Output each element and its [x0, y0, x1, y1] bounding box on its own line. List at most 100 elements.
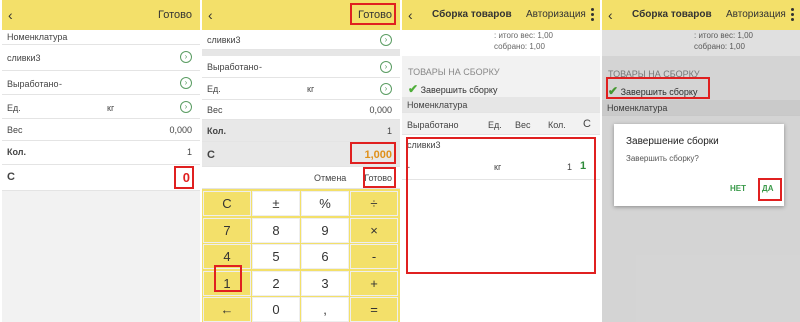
row-produced: -	[407, 162, 410, 172]
top-bar: ‹ Готово	[2, 0, 200, 30]
weight-row[interactable]: Вес 0,000	[202, 100, 400, 120]
key-plus-minus[interactable]: ±	[252, 191, 300, 216]
menu-icon[interactable]	[790, 6, 794, 24]
row-qty: 1	[567, 162, 573, 172]
key-plus[interactable]: +	[350, 270, 398, 296]
unit-value: кг	[307, 84, 315, 94]
back-arrow-icon[interactable]: ‹	[408, 7, 413, 23]
nomenclature-label: Номенклатура	[407, 100, 468, 110]
totals: : итого вес: 1,00 собрано: 1,00	[402, 30, 600, 56]
section-title: ТОВАРЫ НА СБОРКУ	[408, 67, 500, 77]
key-divide[interactable]: ÷	[350, 191, 398, 216]
qty-row[interactable]: Кол. 1	[202, 120, 400, 142]
weight-row[interactable]: Вес 0,000	[2, 119, 200, 141]
produced-value: -	[259, 62, 262, 72]
item-name: сливки3	[7, 53, 41, 63]
authorization-link[interactable]: Авторизация	[726, 9, 786, 20]
key-5[interactable]: 5	[252, 244, 300, 269]
weight-value: 0,000	[169, 125, 192, 135]
c-label: С	[7, 171, 15, 183]
key-9[interactable]: 9	[301, 217, 349, 243]
menu-icon[interactable]	[590, 6, 594, 24]
key-comma[interactable]: ,	[301, 297, 349, 322]
col-qty: Кол.	[548, 120, 566, 130]
table-header-nomen: Номенклатура	[402, 97, 600, 113]
qty-label: Кол.	[207, 126, 226, 136]
key-minus[interactable]: -	[350, 244, 398, 269]
screen-finish-dialog: ‹ Сборка товаров Авторизация : итого вес…	[602, 0, 800, 322]
calc-done-button[interactable]: Готово	[364, 173, 392, 183]
open-icon[interactable]: ›	[380, 83, 392, 95]
c-row[interactable]: С 1,000	[202, 142, 400, 167]
dialog-title: Завершение сборки	[626, 136, 719, 147]
key-2[interactable]: 2	[252, 270, 300, 296]
cancel-button[interactable]: Отмена	[314, 173, 346, 183]
c-label: С	[207, 149, 215, 161]
unit-value: кг	[107, 103, 115, 113]
row-item: сливки3	[407, 140, 441, 150]
yes-button[interactable]: ДА	[762, 184, 773, 193]
screen-goods-assembly: ‹ Сборка товаров Авторизация : итого вес…	[402, 0, 600, 322]
key-6[interactable]: 6	[301, 244, 349, 269]
tutorial-composite: ‹ Готово Номенклатура сливки3 › Выработан…	[0, 0, 800, 322]
back-arrow-icon[interactable]: ‹	[208, 7, 213, 23]
key-3[interactable]: 3	[301, 270, 349, 296]
weight-value: 0,000	[369, 105, 392, 115]
open-icon[interactable]: ›	[180, 101, 192, 113]
unit-row[interactable]: Ед. кг ›	[2, 95, 200, 119]
open-icon[interactable]: ›	[180, 51, 192, 63]
qty-value: 1	[386, 126, 392, 136]
produced-row[interactable]: Выработано - ›	[202, 56, 400, 78]
key-multiply[interactable]: ×	[350, 217, 398, 243]
col-produced: Выработано	[407, 120, 459, 130]
nomenclature-label: Номенклатура	[7, 32, 68, 42]
qty-value: 1	[186, 147, 192, 157]
dialog-text: Завершить сборку?	[626, 154, 699, 163]
screen-title: Сборка товаров	[432, 9, 512, 20]
key-0[interactable]: 0	[252, 297, 300, 322]
unit-row[interactable]: Ед. кг ›	[202, 78, 400, 100]
authorization-link[interactable]: Авторизация	[526, 9, 586, 20]
key-1[interactable]: 1	[203, 270, 251, 296]
row-unit: кг	[494, 162, 502, 172]
row-c: 1	[580, 160, 587, 172]
key-backspace[interactable]: ←	[203, 297, 251, 322]
open-icon[interactable]: ›	[380, 61, 392, 73]
finish-assembly-button[interactable]: ✔ Завершить сборку	[408, 82, 497, 96]
screen-calculator: ‹ Готово сливки3 › Выработано - › Ед. кг › Ве…	[202, 0, 400, 322]
key-8[interactable]: 8	[252, 217, 300, 243]
top-bar: ‹ Готово	[202, 0, 400, 30]
weight-label: Вес	[7, 125, 23, 135]
finish-dialog: Завершение сборки Завершить сборку? НЕТ …	[614, 124, 784, 206]
no-button[interactable]: НЕТ	[730, 184, 746, 193]
key-percent[interactable]: %	[301, 191, 349, 216]
unit-label: Ед.	[7, 103, 21, 113]
key-7[interactable]: 7	[203, 217, 251, 243]
key-equals[interactable]: =	[350, 297, 398, 322]
open-icon[interactable]: ›	[180, 77, 192, 89]
item-row[interactable]: сливки3 ›	[2, 45, 200, 71]
produced-label: Выработано	[7, 79, 59, 89]
open-icon[interactable]: ›	[380, 34, 392, 46]
table-header: Выработано Ед. Вес Кол. С	[402, 113, 600, 135]
finish-label: Завершить сборку	[420, 85, 498, 95]
done-button[interactable]: Готово	[158, 9, 192, 21]
c-row[interactable]: С0	[2, 165, 200, 191]
item-row[interactable]: сливки3 ›	[202, 30, 400, 50]
screen-item-edit: ‹ Готово Номенклатура сливки3 › Выработан…	[2, 0, 200, 322]
done-button[interactable]: Готово	[358, 9, 392, 21]
qty-label: Кол.	[7, 147, 26, 157]
total-weight: : итого вес: 1,00	[494, 31, 553, 40]
back-arrow-icon[interactable]: ‹	[8, 7, 13, 23]
qty-row[interactable]: Кол. 1	[2, 141, 200, 165]
key-4[interactable]: 4	[203, 244, 251, 269]
key-clear[interactable]: C	[203, 191, 251, 216]
nomenclature-header: Номенклатура	[2, 30, 200, 45]
table-row[interactable]: сливки3 - кг 1 1	[402, 136, 600, 180]
produced-row[interactable]: Выработано - ›	[2, 71, 200, 95]
calculator-keypad: C ±% ÷ 7 8 9 × 4 5 6- 1 2 3 + ← 0, =	[202, 189, 400, 322]
weight-label: Вес	[207, 105, 223, 115]
back-arrow-icon[interactable]: ‹	[608, 7, 613, 23]
produced-value: -	[59, 79, 62, 89]
top-bar: ‹ Сборка товаров Авторизация	[602, 0, 800, 30]
